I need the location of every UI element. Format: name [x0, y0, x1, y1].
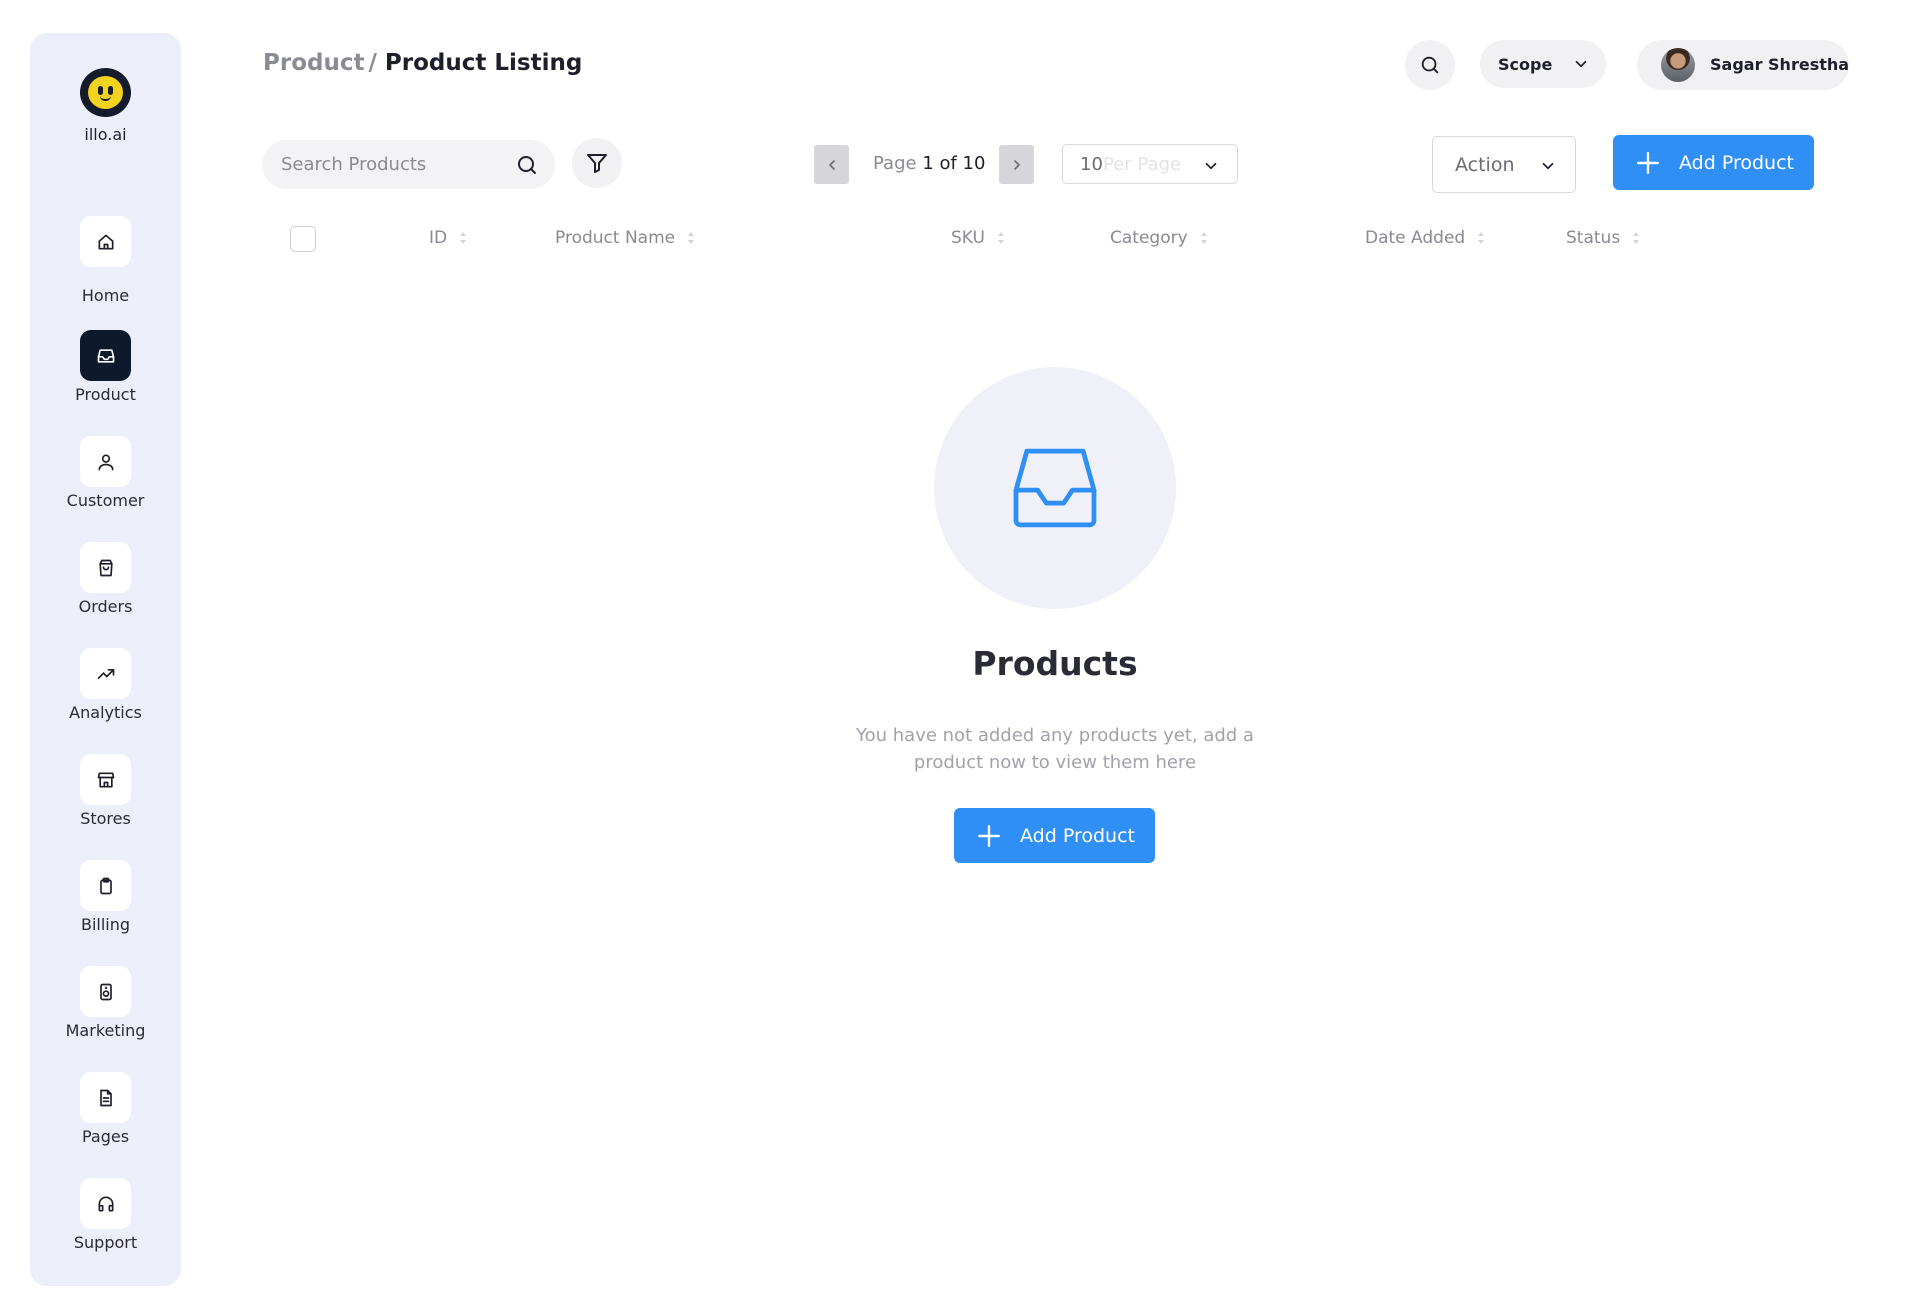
- breadcrumb-parent[interactable]: Product: [263, 50, 364, 76]
- scope-label: Scope: [1498, 54, 1553, 74]
- page-number: 1 of 10: [922, 153, 986, 174]
- search-icon: [1421, 56, 1439, 74]
- brand[interactable]: illo.ai: [30, 33, 181, 183]
- avatar: [1661, 48, 1695, 82]
- user-name: Sagar Shrestha: [1710, 55, 1850, 74]
- trending-up-icon: [97, 668, 114, 679]
- inbox-icon: [1013, 448, 1097, 528]
- next-page-button[interactable]: [999, 145, 1034, 184]
- sort-icon: [687, 231, 695, 245]
- sidebar: illo.ai Home Product Customer Orders Ana…: [30, 33, 181, 1286]
- sidebar-item-stores[interactable]: Stores: [30, 754, 181, 854]
- add-product-label: Add Product: [1020, 824, 1135, 847]
- sidebar-item-label: Customer: [66, 491, 145, 510]
- plus-icon: [978, 824, 1000, 847]
- chevron-down-icon: [1575, 60, 1587, 68]
- store-icon: [97, 772, 114, 787]
- empty-state-illustration: [934, 367, 1176, 609]
- chevron-down-icon: [1205, 162, 1217, 170]
- sidebar-item-marketing[interactable]: Marketing: [30, 966, 181, 1066]
- breadcrumb: Product / Product Listing: [263, 50, 582, 76]
- sidebar-item-home[interactable]: Home: [30, 216, 181, 316]
- previous-page-button[interactable]: [814, 145, 849, 184]
- search-icon[interactable]: [515, 153, 539, 177]
- action-dropdown[interactable]: Action: [1432, 136, 1576, 193]
- page-indicator: Page 1 of 10: [873, 153, 985, 174]
- column-header-product-name[interactable]: Product Name: [555, 228, 695, 248]
- header-search-button[interactable]: [1405, 40, 1455, 90]
- per-page-select[interactable]: 10 Per Page: [1062, 144, 1238, 184]
- sort-icon: [1477, 231, 1485, 245]
- table-header: ID Product Name SKU Category Date Added …: [262, 222, 1822, 258]
- column-header-category[interactable]: Category: [1110, 228, 1208, 248]
- breadcrumb-separator: /: [368, 50, 377, 76]
- page-word: Page: [873, 153, 917, 174]
- sort-icon: [459, 231, 467, 245]
- page-title: Product Listing: [384, 50, 583, 76]
- sidebar-item-label: Support: [73, 1233, 138, 1252]
- sidebar-item-label: Orders: [78, 597, 133, 616]
- clipboard-icon: [99, 877, 112, 894]
- sort-icon: [997, 231, 1005, 245]
- empty-state-message: You have not added any products yet, add…: [856, 725, 1254, 773]
- sidebar-item-label: Stores: [80, 809, 131, 828]
- add-product-label: Add Product: [1679, 151, 1794, 174]
- filter-icon: [587, 154, 607, 173]
- per-page-suffix: Per Page: [1103, 154, 1181, 175]
- app-root: illo.ai Home Product Customer Orders Ana…: [0, 0, 1920, 1315]
- column-header-date-added[interactable]: Date Added: [1365, 228, 1485, 248]
- sidebar-item-support[interactable]: Support: [30, 1178, 181, 1278]
- headphones-icon: [98, 1196, 113, 1211]
- sidebar-item-label: Analytics: [69, 703, 142, 722]
- sidebar-item-label: Marketing: [65, 1021, 146, 1040]
- add-product-button[interactable]: Add Product: [1613, 135, 1814, 190]
- shopping-bag-icon: [98, 559, 113, 576]
- home-icon: [98, 234, 113, 249]
- sidebar-item-label: Billing: [80, 915, 131, 934]
- user-menu[interactable]: Sagar Shrestha: [1637, 40, 1849, 90]
- column-header-sku[interactable]: SKU: [951, 228, 1005, 248]
- user-icon: [98, 454, 113, 470]
- sidebar-item-customer[interactable]: Customer: [30, 436, 181, 536]
- sort-icon: [1632, 231, 1640, 245]
- sidebar-item-analytics[interactable]: Analytics: [30, 648, 181, 748]
- search-input[interactable]: [262, 140, 502, 189]
- sidebar-item-label: Pages: [81, 1127, 130, 1146]
- empty-state-title: Products: [972, 644, 1138, 683]
- filter-button[interactable]: [572, 138, 622, 188]
- speaker-icon: [99, 983, 112, 1000]
- select-all-checkbox[interactable]: [290, 226, 316, 252]
- plus-icon: [1637, 151, 1659, 174]
- product-search: [262, 140, 555, 189]
- empty-state-add-product-button[interactable]: Add Product: [954, 808, 1155, 863]
- column-header-id[interactable]: ID: [429, 228, 467, 248]
- sidebar-item-billing[interactable]: Billing: [30, 860, 181, 960]
- per-page-value: 10: [1080, 154, 1103, 175]
- action-label: Action: [1455, 154, 1515, 176]
- column-header-status[interactable]: Status: [1566, 228, 1640, 248]
- scope-dropdown[interactable]: Scope: [1480, 40, 1606, 88]
- sidebar-item-product[interactable]: Product: [30, 330, 181, 430]
- sort-icon: [1200, 231, 1208, 245]
- logo-icon: [80, 68, 131, 117]
- sidebar-item-label: Product: [75, 385, 136, 404]
- sidebar-item-orders[interactable]: Orders: [30, 542, 181, 642]
- document-icon: [99, 1089, 112, 1106]
- chevron-left-icon: [828, 159, 835, 170]
- sidebar-item-pages[interactable]: Pages: [30, 1072, 181, 1172]
- brand-name: illo.ai: [84, 125, 127, 144]
- sidebar-item-label: Home: [81, 286, 130, 305]
- chevron-right-icon: [1013, 159, 1020, 170]
- inbox-icon: [97, 348, 114, 363]
- chevron-down-icon: [1542, 162, 1554, 170]
